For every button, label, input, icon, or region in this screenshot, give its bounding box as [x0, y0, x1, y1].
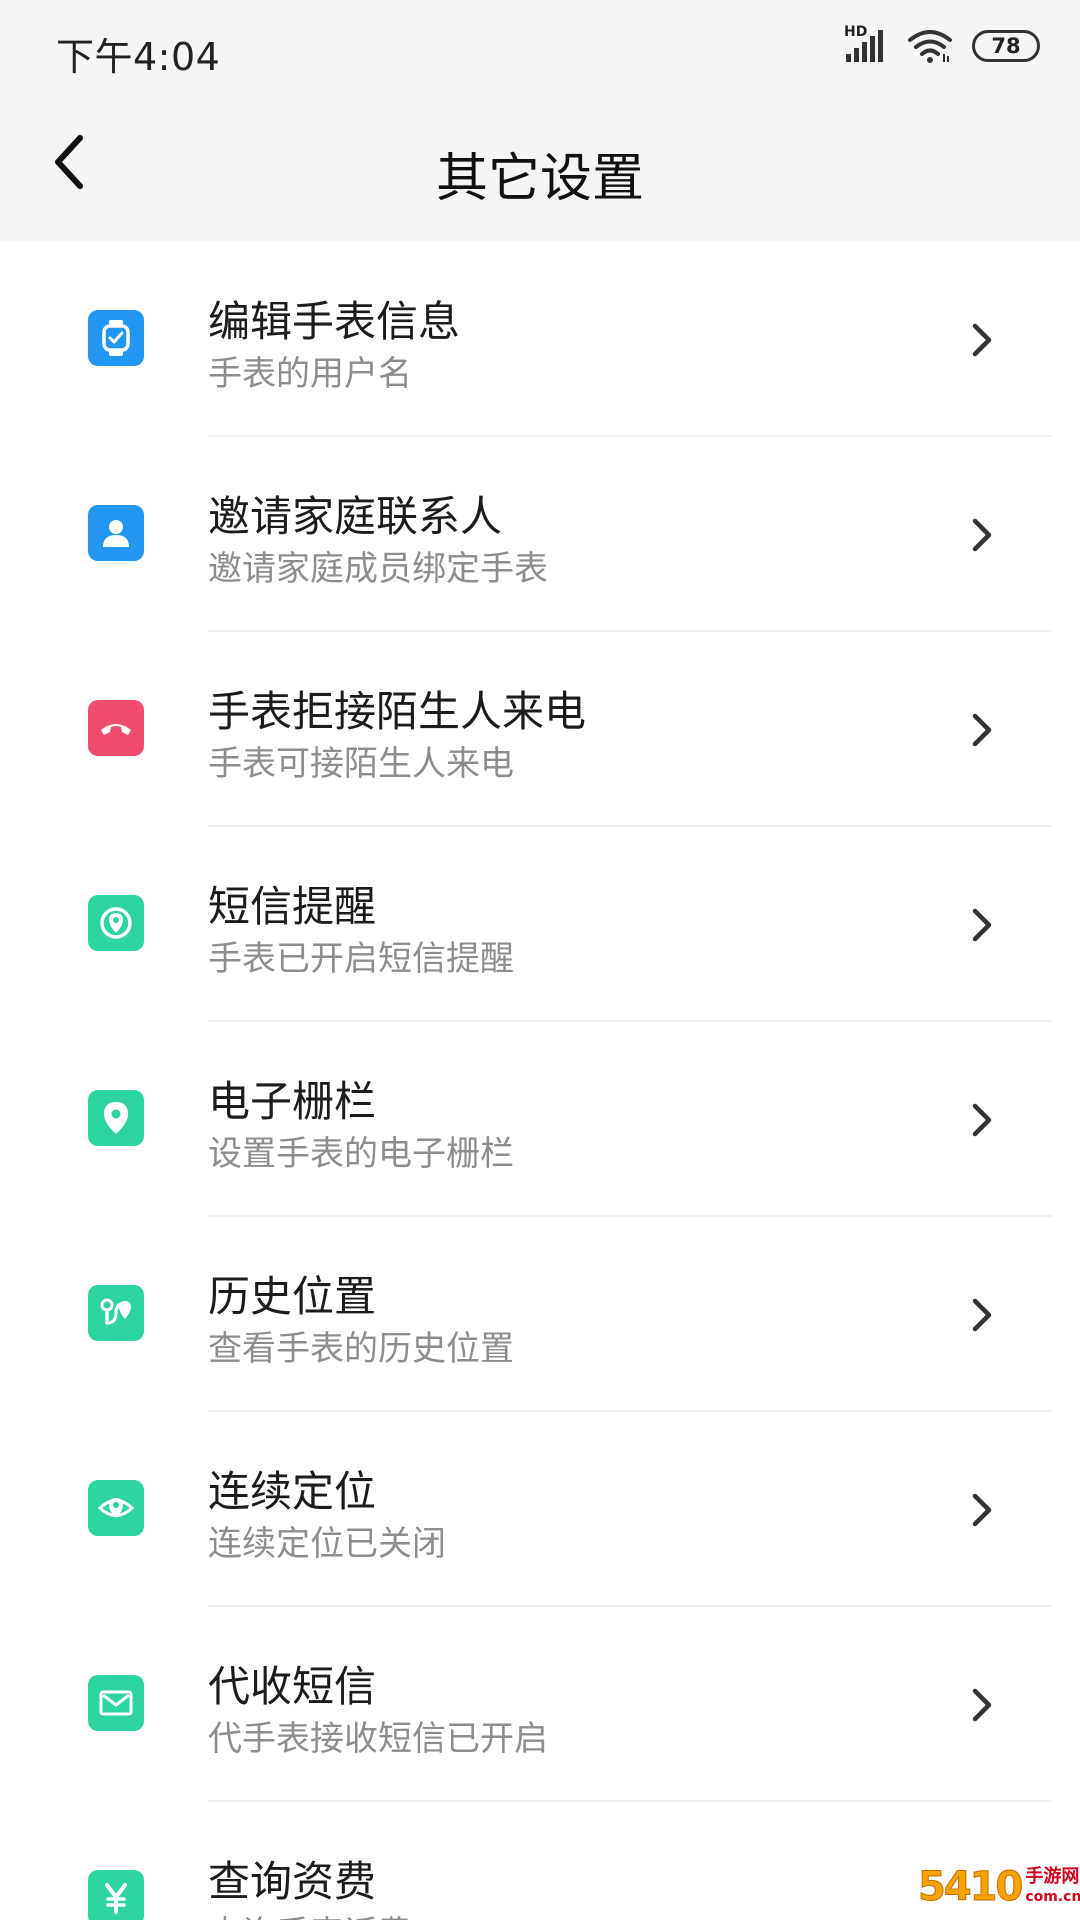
person-icon [88, 505, 144, 561]
continuous-location-icon [88, 1480, 144, 1536]
route-icon [88, 1285, 144, 1341]
item-subtitle: 连续定位已关闭 [208, 1524, 446, 1564]
settings-item-geofence[interactable]: 电子栅栏 设置手表的电子栅栏 [0, 1022, 1080, 1217]
watermark-number: 5410 [917, 1864, 1023, 1911]
item-title: 手表拒接陌生人来电 [208, 687, 587, 736]
item-subtitle: 邀请家庭成员绑定手表 [208, 549, 548, 589]
status-time: 下午4:04 [56, 35, 221, 79]
item-title: 代收短信 [208, 1662, 377, 1711]
chevron-right-icon [962, 710, 1002, 750]
settings-item-edit-watch-info[interactable]: 编辑手表信息 手表的用户名 [0, 242, 1080, 437]
nav-bar: 其它设置 [0, 96, 1080, 242]
item-title: 查询资费 [208, 1857, 377, 1906]
watch-icon [88, 310, 144, 366]
battery-indicator: 78 [972, 30, 1040, 62]
watermark-text-group: 手游网 com.cn [1025, 1867, 1080, 1907]
settings-item-continuous-location[interactable]: 连续定位 连续定位已关闭 [0, 1412, 1080, 1607]
item-title: 编辑手表信息 [208, 297, 461, 346]
item-title: 连续定位 [208, 1467, 377, 1516]
battery-level: 78 [991, 34, 1021, 58]
yuan-icon [88, 1870, 144, 1920]
settings-list: 编辑手表信息 手表的用户名 邀请家庭联系人 邀请家庭成员绑定手表 手表拒接陌生人… [0, 242, 1080, 1920]
status-bar: 下午4:04 HD 78 [0, 0, 1080, 96]
watermark-domain: com.cn [1025, 1889, 1080, 1905]
cellular-signal-icon: HD [844, 24, 888, 64]
item-subtitle: 手表的用户名 [208, 354, 412, 394]
chevron-right-icon [962, 515, 1002, 555]
item-subtitle: 手表可接陌生人来电 [208, 744, 514, 784]
item-title: 电子栅栏 [208, 1077, 377, 1126]
status-icons: HD 78 [844, 24, 1040, 68]
wifi-icon [906, 28, 954, 64]
chevron-right-icon [962, 1490, 1002, 1530]
chevron-right-icon [962, 905, 1002, 945]
item-title: 历史位置 [208, 1272, 377, 1321]
watermark-text: 手游网 [1025, 1866, 1080, 1887]
chevron-right-icon [962, 1295, 1002, 1335]
chevron-right-icon [962, 320, 1002, 360]
envelope-icon [88, 1675, 144, 1731]
hangup-phone-icon [88, 700, 144, 756]
top-area: 下午4:04 HD 78 其它设置 [0, 0, 1080, 242]
item-subtitle: 查询手表话费 [208, 1906, 412, 1920]
settings-item-invite-family[interactable]: 邀请家庭联系人 邀请家庭成员绑定手表 [0, 437, 1080, 632]
settings-item-sms-forward[interactable]: 代收短信 代手表接收短信已开启 [0, 1607, 1080, 1802]
settings-item-sms-reminder[interactable]: 短信提醒 手表已开启短信提醒 [0, 827, 1080, 1022]
item-subtitle: 手表已开启短信提醒 [208, 939, 514, 979]
item-subtitle: 设置手表的电子栅栏 [208, 1134, 514, 1174]
chevron-right-icon [962, 1100, 1002, 1140]
settings-item-reject-strangers[interactable]: 手表拒接陌生人来电 手表可接陌生人来电 [0, 632, 1080, 827]
watermark-logo: 5410 手游网 com.cn [917, 1860, 1080, 1914]
item-subtitle: 代手表接收短信已开启 [208, 1719, 548, 1759]
location-pin-icon [88, 1090, 144, 1146]
settings-item-location-history[interactable]: 历史位置 查看手表的历史位置 [0, 1217, 1080, 1412]
item-title: 短信提醒 [208, 882, 377, 931]
chevron-right-icon [962, 1685, 1002, 1725]
item-subtitle: 查看手表的历史位置 [208, 1329, 514, 1369]
page-title: 其它设置 [435, 149, 644, 209]
item-title: 邀请家庭联系人 [208, 492, 503, 541]
sms-reminder-icon [88, 895, 144, 951]
